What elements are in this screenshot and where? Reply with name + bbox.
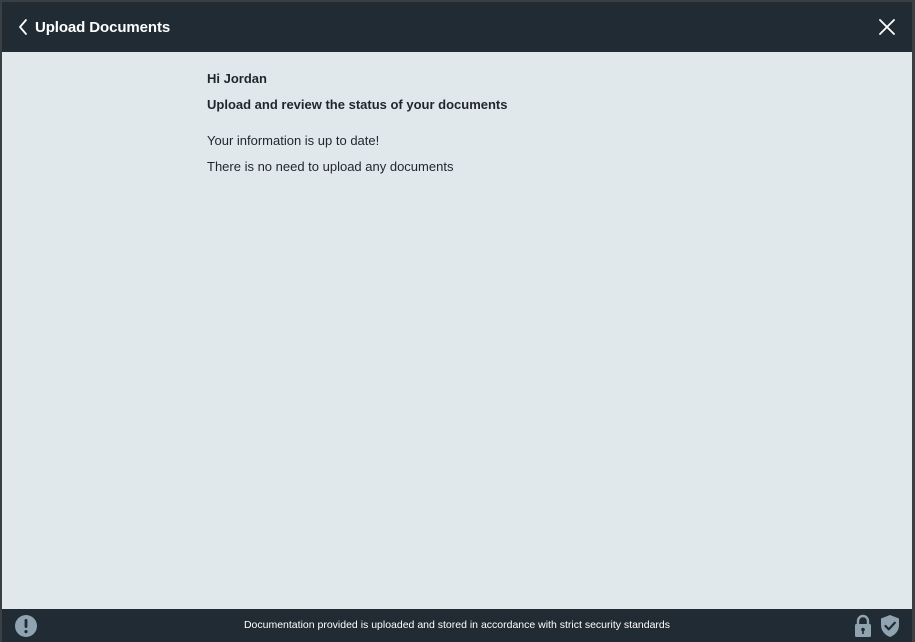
dialog-header: Upload Documents <box>2 2 912 52</box>
alert-icon[interactable] <box>14 614 38 638</box>
back-button[interactable]: Upload Documents <box>17 14 170 40</box>
dialog-title: Upload Documents <box>35 18 171 36</box>
lock-icon <box>852 614 874 638</box>
close-button[interactable] <box>876 16 898 38</box>
page-subtitle: Upload and review the status of your doc… <box>207 97 508 112</box>
dialog-footer: Documentation provided is uploaded and s… <box>2 609 912 642</box>
chevron-left-icon <box>17 18 29 36</box>
upload-documents-dialog: Upload Documents Hi Jordan Upload and re… <box>2 2 912 642</box>
dialog-content: Hi Jordan Upload and review the status o… <box>207 72 807 174</box>
close-icon <box>876 16 898 38</box>
status-detail: There is no need to upload any documents <box>207 159 454 174</box>
shield-check-icon <box>879 614 901 638</box>
security-note: Documentation provided is uploaded and s… <box>243 619 671 631</box>
status-message: Your information is up to date! <box>207 133 380 148</box>
greeting-text: Hi Jordan <box>207 71 267 86</box>
